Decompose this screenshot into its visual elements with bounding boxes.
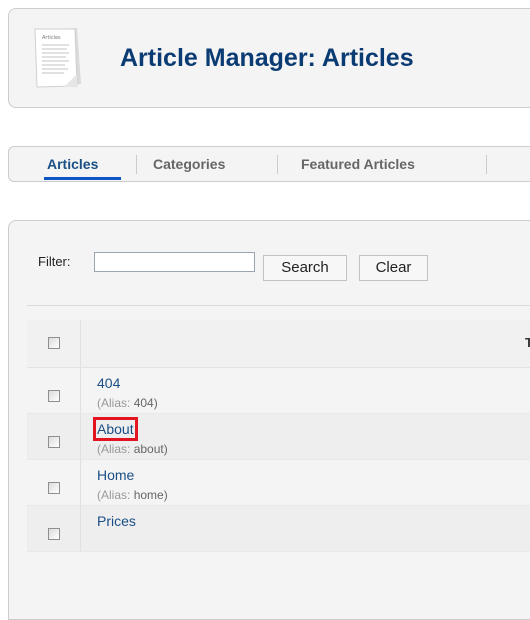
- article-alias: (Alias: home): [97, 488, 168, 502]
- select-all-checkbox[interactable]: [48, 337, 60, 349]
- filter-input[interactable]: [94, 252, 255, 272]
- table-header-row: Ti: [27, 320, 530, 368]
- row-checkbox[interactable]: [48, 390, 60, 402]
- tab-categories[interactable]: Categories: [153, 156, 225, 172]
- alias-value: about): [133, 442, 168, 456]
- alias-label: (Alias:: [97, 442, 131, 456]
- article-title-link[interactable]: 404: [97, 375, 120, 391]
- article-title-link-highlighted[interactable]: About: [93, 417, 138, 441]
- clear-button[interactable]: Clear: [359, 255, 428, 281]
- table-row: About (Alias: about): [27, 414, 530, 460]
- title-column-header[interactable]: Ti: [525, 335, 530, 350]
- tab-separator: [136, 155, 137, 174]
- row-checkbox[interactable]: [48, 528, 60, 540]
- active-tab-underline: [44, 177, 121, 180]
- tab-separator: [277, 155, 278, 174]
- alias-value: 404): [133, 396, 158, 410]
- article-manager-icon: Articles: [34, 28, 81, 88]
- row-checkbox[interactable]: [48, 436, 60, 448]
- article-title-link[interactable]: Home: [97, 467, 134, 483]
- row-checkbox[interactable]: [48, 482, 60, 494]
- filter-label: Filter:: [38, 254, 71, 269]
- checkbox-cell: [27, 506, 81, 551]
- submenu-bar: Articles Categories Featured Articles: [8, 146, 530, 182]
- table-row: Home (Alias: home): [27, 460, 530, 506]
- tab-featured-articles[interactable]: Featured Articles: [301, 156, 415, 172]
- tab-separator: [486, 155, 487, 174]
- content-panel: Filter: Search Clear Ti 404 (Alias: 404)…: [8, 220, 530, 620]
- toolbar-header: Articles Article Manager: Articles: [8, 8, 530, 108]
- checkbox-cell: [27, 414, 81, 459]
- checkbox-cell: [27, 368, 81, 413]
- article-alias: (Alias: about): [97, 442, 168, 456]
- alias-value: home): [133, 488, 168, 502]
- alias-label: (Alias:: [97, 396, 131, 410]
- search-button[interactable]: Search: [263, 255, 347, 281]
- table-row: 404 (Alias: 404): [27, 368, 530, 414]
- alias-label: (Alias:: [97, 488, 131, 502]
- divider: [27, 305, 530, 306]
- checkbox-cell: [27, 320, 81, 367]
- article-alias: (Alias: 404): [97, 396, 158, 410]
- table-row: Prices: [27, 506, 530, 552]
- tab-articles[interactable]: Articles: [47, 156, 98, 172]
- checkbox-cell: [27, 460, 81, 505]
- article-icon-caption: Articles: [42, 35, 61, 41]
- page-title: Article Manager: Articles: [120, 44, 414, 72]
- article-title-link[interactable]: Prices: [97, 513, 136, 529]
